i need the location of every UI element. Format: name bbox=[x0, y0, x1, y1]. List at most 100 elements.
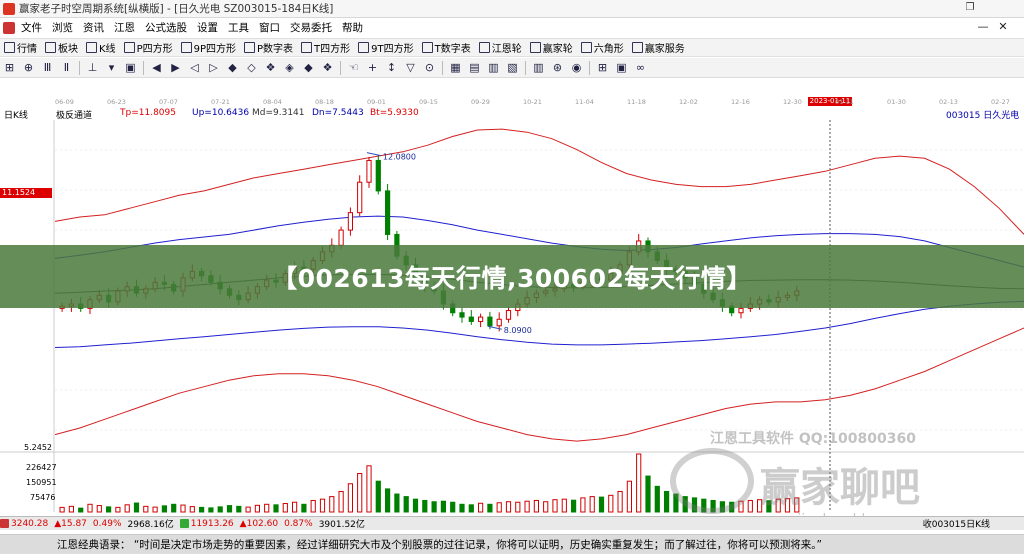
menu-trade[interactable]: 交易委托 bbox=[285, 20, 337, 35]
tool-icon[interactable]: ▶ bbox=[167, 60, 184, 76]
price-tag: 11.1524 bbox=[0, 188, 52, 198]
volume-bar bbox=[264, 503, 270, 513]
tool-icon[interactable]: ◆ bbox=[224, 60, 241, 76]
restore-icon[interactable]: ❐ bbox=[962, 2, 978, 15]
toolbar-button-7[interactable]: 9T四方形 bbox=[354, 39, 417, 56]
volume-bar bbox=[505, 501, 512, 513]
candle-body bbox=[496, 318, 502, 327]
toolbar-button-0[interactable]: 行情 bbox=[0, 39, 41, 56]
date-tick: 07-07 bbox=[159, 98, 178, 106]
minimize-icon[interactable]: — bbox=[976, 20, 990, 34]
date-axis: 2023-01-11 06-09 06-23 07-07 07-21 08-04 08-1… bbox=[0, 97, 1024, 106]
tool-icon[interactable]: ▾ bbox=[103, 60, 120, 76]
menu-formula[interactable]: 公式选股 bbox=[140, 20, 192, 35]
tool-icon[interactable]: ▣ bbox=[613, 60, 630, 76]
menu-file[interactable]: 文件 bbox=[16, 20, 47, 35]
volume-bar bbox=[180, 504, 186, 513]
tool-icon[interactable]: ◇ bbox=[243, 60, 260, 76]
toolbar-button-10[interactable]: 赢家轮 bbox=[526, 39, 577, 56]
toolbar-button-5[interactable]: P数字表 bbox=[240, 39, 297, 56]
watermark-brand: 赢家聊吧 bbox=[760, 465, 920, 511]
tool-icon[interactable]: Ⅱ bbox=[58, 60, 75, 76]
date-tick: 10-21 bbox=[523, 98, 542, 106]
toolbar-button-4[interactable]: 9P四方形 bbox=[177, 39, 240, 56]
toolbar-button-2[interactable]: K线 bbox=[82, 39, 120, 56]
tool-icon[interactable]: ☜ bbox=[345, 60, 362, 76]
tool-icon[interactable]: ▤ bbox=[466, 60, 483, 76]
volume-bar bbox=[124, 504, 130, 513]
menu-news[interactable]: 资讯 bbox=[78, 20, 109, 35]
toolbar-button-12[interactable]: 赢家服务 bbox=[628, 39, 689, 56]
volume-bar bbox=[133, 502, 140, 513]
volume-bar bbox=[654, 485, 660, 513]
upper-outer-band bbox=[54, 128, 1024, 235]
menu-browse[interactable]: 浏览 bbox=[47, 20, 78, 35]
menu-settings[interactable]: 设置 bbox=[192, 20, 223, 35]
tool-icon[interactable]: ◈ bbox=[281, 60, 298, 76]
volume-tick-1: 226427 bbox=[26, 463, 57, 472]
tool-icon[interactable]: + bbox=[364, 60, 381, 76]
tool-icon[interactable]: ⊙ bbox=[421, 60, 438, 76]
toolbar-button-11[interactable]: 六角形 bbox=[577, 39, 628, 56]
tool-icon[interactable]: ⊞ bbox=[1, 60, 18, 76]
volume-bar bbox=[161, 505, 168, 513]
tool-icon[interactable]: ▥ bbox=[485, 60, 502, 76]
sz-index[interactable]: 11913.26 bbox=[191, 519, 234, 529]
volume-bar bbox=[171, 503, 177, 513]
indicator-info: 日K线 极反通道 Tp=11.8095 Up=10.6436 Md=9.3141… bbox=[0, 108, 1024, 121]
watermark-logo-icon bbox=[670, 448, 754, 514]
toolbar-button-9[interactable]: 江恩轮 bbox=[475, 39, 526, 56]
tool-icon[interactable]: ◉ bbox=[568, 60, 585, 76]
toolbar-button-6[interactable]: T四方形 bbox=[297, 39, 354, 56]
volume-bar bbox=[496, 502, 502, 513]
date-tick: 12-02 bbox=[679, 98, 698, 106]
tool-icon[interactable]: ▧ bbox=[504, 60, 521, 76]
annotation-label: 8.0900 bbox=[504, 326, 532, 335]
tool-icon[interactable]: ∞ bbox=[632, 60, 649, 76]
tool-icon[interactable]: ▣ bbox=[122, 60, 139, 76]
tool-icon[interactable]: ⊕ bbox=[20, 60, 37, 76]
volume-bar bbox=[282, 503, 288, 513]
tool-icon[interactable]: ⊛ bbox=[549, 60, 566, 76]
toolbar-button-label: 板块 bbox=[58, 44, 78, 55]
tool-icon[interactable]: Ⅲ bbox=[39, 60, 56, 76]
tool-icon[interactable]: ▦ bbox=[447, 60, 464, 76]
toolbar-separator bbox=[143, 60, 144, 75]
toolbar-button-1[interactable]: 板块 bbox=[41, 39, 82, 56]
volume-bar bbox=[543, 501, 549, 513]
volume-bar bbox=[645, 475, 651, 513]
volume-bar bbox=[375, 480, 381, 513]
tool-icon[interactable]: ◁ bbox=[186, 60, 203, 76]
quote-icon bbox=[4, 42, 15, 53]
square-icon bbox=[301, 42, 313, 53]
main-toolbar: 行情 板块 K线 P四方形 9P四方形 P数字表 T四方形 9T四方形 T数字表 江恩轮 赢家轮 六角… bbox=[0, 38, 1024, 57]
tool-icon[interactable]: ▥ bbox=[530, 60, 547, 76]
tool-icon[interactable]: ❖ bbox=[319, 60, 336, 76]
tool-icon[interactable]: ⊥ bbox=[84, 60, 101, 76]
tool-icon[interactable]: ❖ bbox=[262, 60, 279, 76]
volume-bar bbox=[226, 505, 233, 513]
tool-icon[interactable]: ▽ bbox=[402, 60, 419, 76]
toolbar-separator bbox=[589, 60, 590, 75]
volume-bar bbox=[199, 506, 205, 513]
candle-body bbox=[375, 159, 381, 192]
table-icon bbox=[244, 42, 255, 53]
tool-icon[interactable]: ▷ bbox=[205, 60, 222, 76]
sz-index-icon bbox=[179, 519, 189, 528]
volume-bar bbox=[747, 499, 753, 513]
tool-icon[interactable]: ⊞ bbox=[594, 60, 611, 76]
tool-icon[interactable]: ◆ bbox=[300, 60, 317, 76]
close-icon[interactable]: ✕ bbox=[996, 20, 1010, 34]
toolbar-button-8[interactable]: T数字表 bbox=[418, 39, 475, 56]
menu-help[interactable]: 帮助 bbox=[337, 20, 368, 35]
volume-bar bbox=[143, 505, 149, 513]
volume-bar bbox=[478, 502, 484, 513]
tool-icon[interactable]: ◀ bbox=[148, 60, 165, 76]
tool-icon[interactable]: ↕ bbox=[383, 60, 400, 76]
menu-window[interactable]: 窗口 bbox=[254, 20, 285, 35]
toolbar-button-3[interactable]: P四方形 bbox=[120, 39, 177, 56]
menu-gann[interactable]: 江恩 bbox=[109, 20, 140, 35]
lower-outer-band bbox=[54, 327, 1024, 442]
sh-index[interactable]: 3240.28 bbox=[11, 519, 48, 529]
menu-tools[interactable]: 工具 bbox=[223, 20, 254, 35]
